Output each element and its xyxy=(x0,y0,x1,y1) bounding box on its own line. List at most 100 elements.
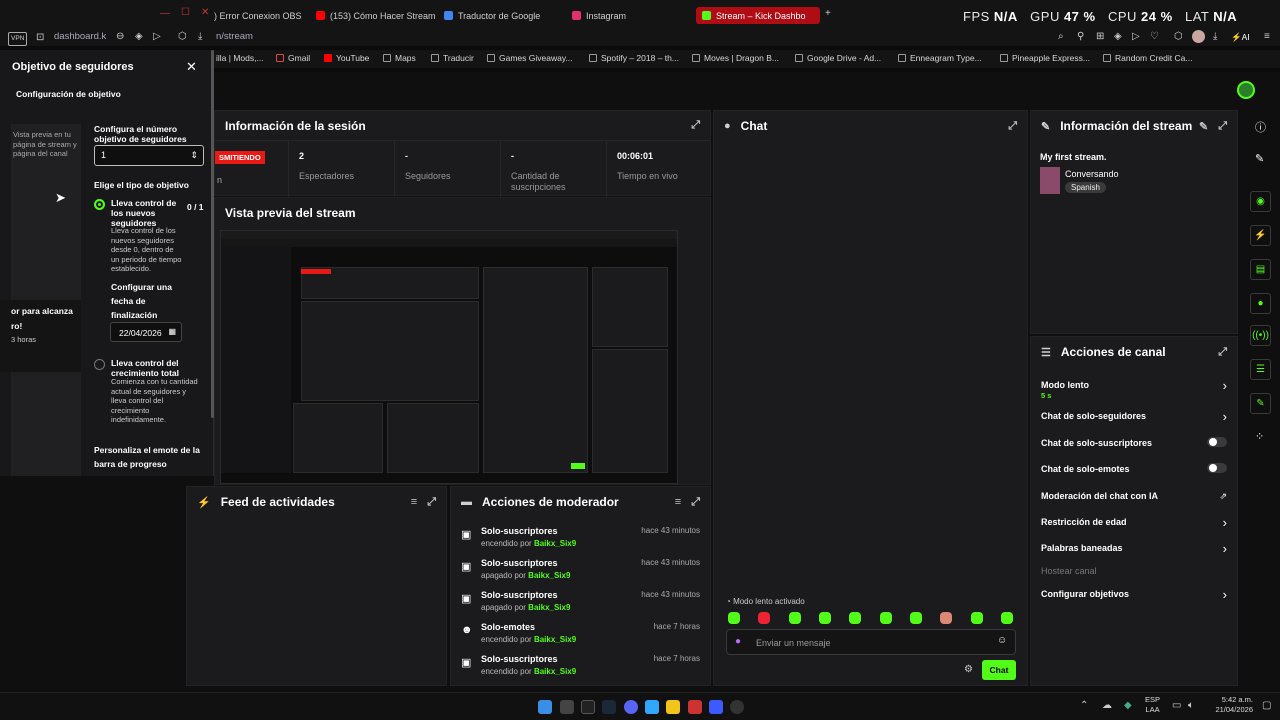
bookmark-maps[interactable]: Maps xyxy=(383,53,416,63)
configure-goals-row[interactable]: Configurar objetivos › xyxy=(1041,587,1227,602)
chat-input[interactable]: ● Enviar un mensaje ☺ xyxy=(726,629,1016,655)
app-icon[interactable] xyxy=(709,700,723,714)
followers-only-row[interactable]: Chat de solo-seguidores › xyxy=(1041,409,1227,424)
extension-icon[interactable]: ⬡ xyxy=(178,32,187,42)
chevron-up-icon[interactable]: ⌃ xyxy=(1080,700,1088,711)
banned-words-row[interactable]: Palabras baneadas › xyxy=(1041,541,1227,556)
tab-kick-dashboard[interactable]: Stream – Kick Dashbo xyxy=(696,7,820,24)
ai-moderation-row[interactable]: Moderación del chat con IA ⇗ xyxy=(1041,491,1227,501)
mod-action-user[interactable]: Baikx_Six9 xyxy=(534,539,576,548)
menu-icon[interactable]: ≡ xyxy=(1264,32,1270,42)
popout-icon[interactable]: ⤢ xyxy=(691,496,700,509)
emote-icon[interactable] xyxy=(880,612,892,624)
send-icon[interactable]: ▷ xyxy=(153,32,161,42)
emoji-icon[interactable]: ☺ xyxy=(997,635,1007,646)
tab-instagram[interactable]: Instagram xyxy=(572,7,682,24)
emote-icon[interactable] xyxy=(910,612,922,624)
emote-icon[interactable] xyxy=(940,612,952,624)
subs-only-toggle[interactable] xyxy=(1207,437,1227,447)
edit-icon[interactable]: ✎ xyxy=(1199,120,1208,133)
sidebar-broadcast-button[interactable]: ((•)) xyxy=(1250,325,1271,346)
modal-scrollbar[interactable] xyxy=(211,50,214,418)
bookmark-youtube[interactable]: YouTube xyxy=(324,53,369,63)
url-path[interactable]: n/stream xyxy=(216,32,253,42)
new-followers-radio[interactable] xyxy=(94,199,105,210)
tab-google-translate[interactable]: Traductor de Google xyxy=(444,7,564,24)
emote-icon[interactable] xyxy=(849,612,861,624)
total-growth-radio[interactable] xyxy=(94,359,105,370)
filter-icon[interactable]: ≡ xyxy=(411,496,417,509)
download-manager-icon[interactable]: ⤓ xyxy=(1213,32,1217,42)
heart-icon[interactable]: ♡ xyxy=(1150,32,1159,42)
sidebar-activity-button[interactable]: ⚡ xyxy=(1250,225,1271,246)
play-icon[interactable]: ▷ xyxy=(1132,32,1140,42)
widgets-icon[interactable] xyxy=(581,700,595,714)
bookmark-drive[interactable]: Google Drive - Ad... xyxy=(795,53,881,63)
url-text[interactable]: dashboard.k xyxy=(54,32,106,42)
bookmark-games[interactable]: Games Giveaway... xyxy=(487,53,573,63)
mod-action-user[interactable]: Baikx_Six9 xyxy=(534,667,576,676)
calendar-icon[interactable]: ▦ xyxy=(168,327,176,336)
pin-icon[interactable]: ⚲ xyxy=(1077,32,1084,42)
emote-icon[interactable] xyxy=(789,612,801,624)
filter-icon[interactable]: ≡ xyxy=(675,496,681,509)
puzzle-icon[interactable]: ⬡ xyxy=(1174,32,1183,42)
mod-action-user[interactable]: Baikx_Six9 xyxy=(534,635,576,644)
new-tab-button[interactable]: + xyxy=(825,9,831,19)
emote-icon[interactable] xyxy=(971,612,983,624)
sidebar-chat-button[interactable]: ● xyxy=(1250,293,1271,314)
emotes-only-toggle[interactable] xyxy=(1207,463,1227,473)
minimize-icon[interactable]: — xyxy=(160,9,170,19)
chat-settings-icon[interactable]: ⚙ xyxy=(964,664,973,675)
bookmark-gmail[interactable]: Gmail xyxy=(276,53,310,63)
photoshop-icon[interactable] xyxy=(645,700,659,714)
adblock-icon[interactable]: ◈ xyxy=(1114,32,1122,42)
stepper-icon[interactable]: ⇕ xyxy=(190,150,198,161)
ai-button[interactable]: ⚡AI xyxy=(1231,32,1250,42)
bookmark-enneagram[interactable]: Enneagram Type... xyxy=(898,53,982,63)
mod-action-user[interactable]: Baikx_Six9 xyxy=(528,603,570,612)
language-indicator[interactable]: ESP LAA xyxy=(1145,695,1160,715)
discord-icon[interactable] xyxy=(624,700,638,714)
task-view-icon[interactable] xyxy=(560,700,574,714)
vpn-badge[interactable]: VPN xyxy=(8,32,28,46)
emote-icon[interactable] xyxy=(819,612,831,624)
slow-mode-row[interactable]: Modo lento › xyxy=(1041,378,1227,393)
cloud-icon[interactable]: ☁ xyxy=(1102,700,1112,711)
more-icon[interactable]: ⁘ xyxy=(1255,430,1264,443)
mod-action-user[interactable]: Baikx_Six9 xyxy=(528,571,570,580)
bookmark-item[interactable]: illa | Mods,... xyxy=(216,53,264,63)
sidebar-actions-button[interactable]: ☰ xyxy=(1250,359,1271,380)
download-icon[interactable]: ⤓ xyxy=(198,32,202,42)
clock[interactable]: 5:42 a.m. 21/04/2026 xyxy=(1205,695,1253,715)
steam-icon[interactable] xyxy=(602,700,616,714)
opera-gx-icon[interactable] xyxy=(688,700,702,714)
user-avatar[interactable] xyxy=(1237,81,1255,99)
volume-icon[interactable]: 🔈︎ xyxy=(1188,700,1194,711)
mic-icon[interactable]: ● xyxy=(735,636,741,647)
start-icon[interactable] xyxy=(538,700,552,714)
edit-icon[interactable]: ✎ xyxy=(1255,152,1264,165)
emote-icon[interactable] xyxy=(728,612,740,624)
age-restriction-row[interactable]: Restricción de edad › xyxy=(1041,515,1227,530)
end-date-input[interactable]: 22/04/2026 ▦ xyxy=(110,322,182,342)
zoom-icon[interactable]: ⊖ xyxy=(116,32,124,42)
bookmark-dragon[interactable]: Moves | Dragon B... xyxy=(692,53,779,63)
search-icon[interactable]: ⌕ xyxy=(1058,32,1064,42)
sidebar-tools-button[interactable]: ✎ xyxy=(1250,393,1271,414)
obs-icon[interactable] xyxy=(730,700,744,714)
maximize-icon[interactable]: ☐ xyxy=(181,8,190,18)
bookmark-pineapple[interactable]: Pineapple Express... xyxy=(1000,53,1090,63)
network-icon[interactable]: ▭ xyxy=(1172,700,1181,711)
popout-icon[interactable]: ⤢ xyxy=(427,496,436,509)
popout-icon[interactable]: ⤢ xyxy=(1218,346,1227,359)
explorer-icon[interactable] xyxy=(666,700,680,714)
bookmark-spotify[interactable]: Spotify – 2018 – th... xyxy=(589,53,679,63)
popout-icon[interactable]: ⤢ xyxy=(1218,120,1227,133)
close-icon[interactable]: ✕ xyxy=(186,59,197,75)
shield-icon[interactable]: ◈ xyxy=(135,32,143,42)
profile-avatar[interactable] xyxy=(1192,30,1205,43)
bookmark-credit[interactable]: Random Credit Ca... xyxy=(1103,53,1192,63)
popout-icon[interactable]: ⤢ xyxy=(691,119,700,132)
tab-youtube[interactable]: (153) Cómo Hacer Stream xyxy=(316,7,438,24)
